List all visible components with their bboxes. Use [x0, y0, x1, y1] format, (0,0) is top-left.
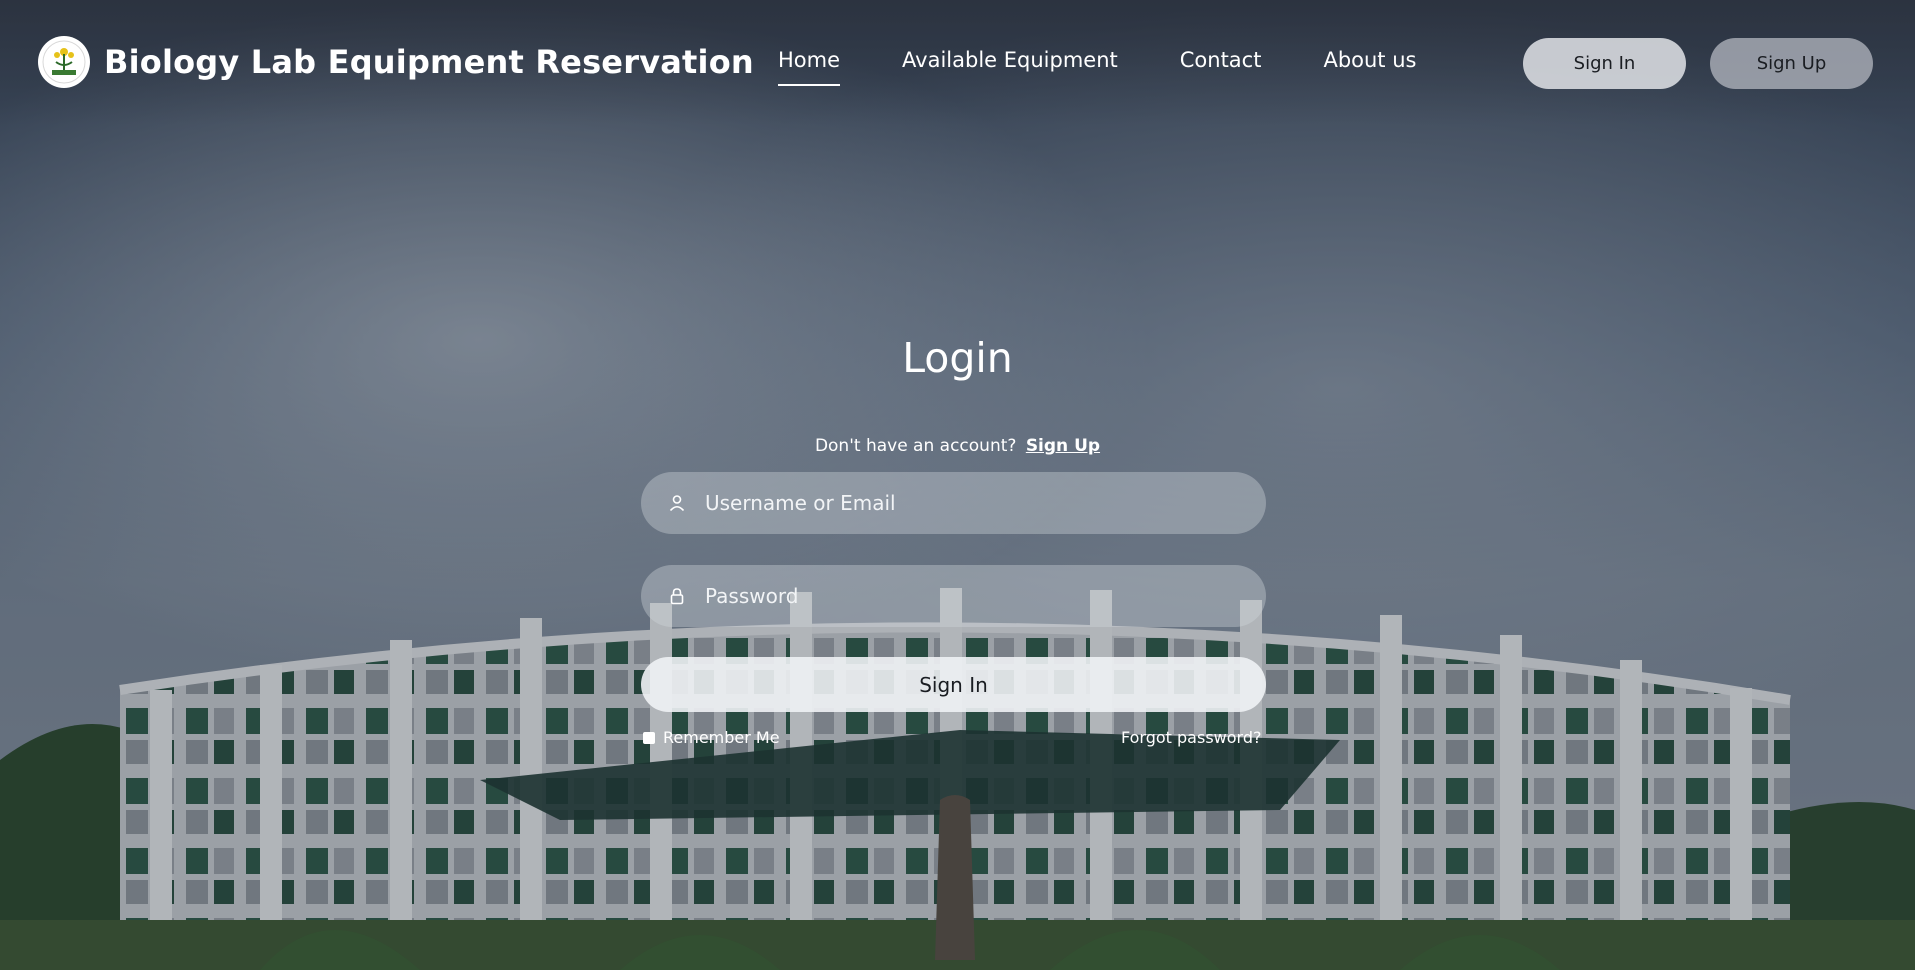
- nav-contact[interactable]: Contact: [1180, 48, 1262, 86]
- username-input[interactable]: [703, 490, 1227, 516]
- header-sign-up-button[interactable]: Sign Up: [1710, 38, 1873, 89]
- sign-up-link[interactable]: Sign Up: [1026, 436, 1100, 456]
- brand[interactable]: Biology Lab Equipment Reservation: [38, 36, 754, 88]
- header-sign-in-button[interactable]: Sign In: [1523, 38, 1686, 89]
- app-title: Biology Lab Equipment Reservation: [104, 43, 754, 81]
- nav-available-equipment[interactable]: Available Equipment: [902, 48, 1118, 86]
- nav-home[interactable]: Home: [778, 48, 841, 86]
- remember-me-checkbox[interactable]: [643, 731, 655, 744]
- user-icon: [665, 491, 689, 515]
- password-input[interactable]: [703, 583, 1227, 609]
- remember-me[interactable]: Remember Me: [643, 728, 780, 747]
- main-nav: Home Available Equipment Contact About u…: [778, 48, 1416, 86]
- account-prompt-line: Don't have an account? Sign Up: [0, 436, 1915, 456]
- forgot-password-link[interactable]: Forgot password?: [1121, 728, 1261, 747]
- university-seal-logo: [38, 36, 90, 88]
- login-title: Login: [902, 334, 1013, 382]
- sign-in-submit-button[interactable]: Sign In: [641, 657, 1266, 712]
- password-field[interactable]: [641, 565, 1266, 627]
- nav-about-us[interactable]: About us: [1323, 48, 1416, 86]
- account-prompt-text: Don't have an account?: [814, 436, 1017, 456]
- top-navbar: Biology Lab Equipment Reservation Home A…: [0, 0, 1915, 125]
- remember-me-label: Remember Me: [663, 728, 780, 747]
- lock-icon: [665, 584, 689, 608]
- username-field[interactable]: [641, 472, 1266, 534]
